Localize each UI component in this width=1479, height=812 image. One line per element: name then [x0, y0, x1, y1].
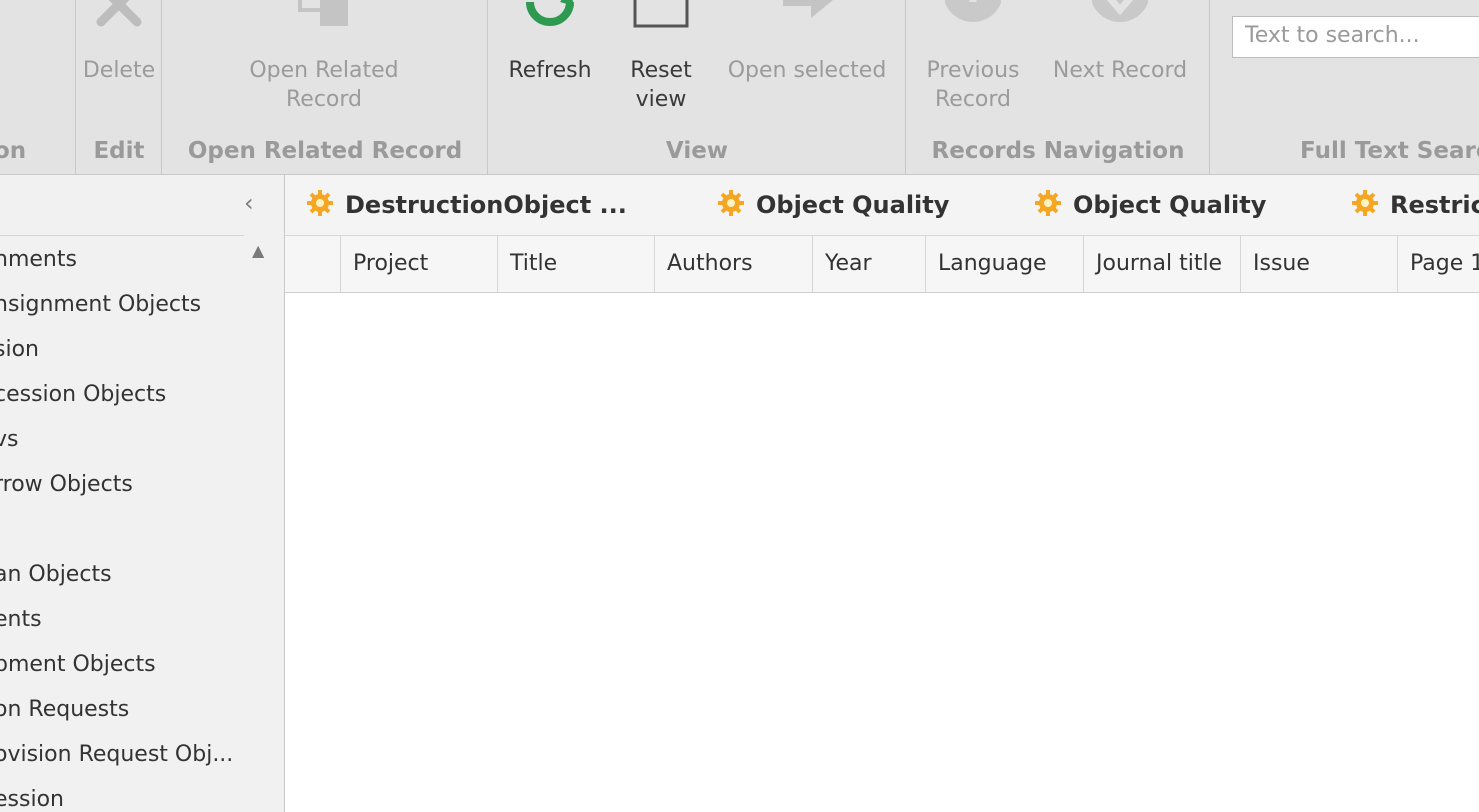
ribbon-group-edit: Delete Edit [76, 0, 162, 174]
delete-button[interactable]: Delete [76, 0, 162, 128]
tab-label: Restric [1390, 191, 1479, 219]
group-caption: on [0, 138, 27, 164]
ribbon: on Delete Edit Open Related Record Open … [0, 0, 1479, 175]
group-caption-edit: Edit [93, 138, 145, 164]
navigation-header: ‹ [0, 175, 284, 235]
gear-icon [718, 190, 744, 216]
column-header-project[interactable]: Project [340, 236, 498, 292]
column-header-title[interactable]: Title [497, 236, 655, 292]
group-caption-open-related-record: Open Related Record [187, 138, 463, 164]
tab-label: Object Quality [756, 191, 950, 219]
nav-item[interactable]: nments [0, 237, 233, 282]
tab-label: Object Quality [1073, 191, 1267, 219]
column-header-page[interactable]: Page 1 [1397, 236, 1479, 292]
column-header-authors[interactable]: Authors [654, 236, 812, 292]
divider [0, 235, 244, 236]
group-caption-records-navigation: Records Navigation [931, 138, 1185, 164]
column-header-year[interactable]: Year [812, 236, 925, 292]
nav-item[interactable]: ents [0, 597, 233, 642]
previous-record-label: Previous Record [926, 58, 1020, 112]
navigation-panel: ‹ ▲ nments nsignment Objects sion cessio… [0, 175, 285, 812]
nav-item[interactable]: ovision Request Obj... [0, 732, 233, 777]
nav-item[interactable]: an Objects [0, 552, 233, 597]
open-related-record-button[interactable]: Open Related Record [222, 0, 426, 128]
tab-object-quality[interactable]: Object Quality [716, 185, 949, 225]
column-header-issue[interactable]: Issue [1240, 236, 1398, 292]
tab-label: DestructionObject ... [345, 191, 627, 219]
delete-x-icon [96, 0, 142, 27]
navigation-list: nments nsignment Objects sion cession Ob… [0, 237, 233, 812]
refresh-label: Refresh [508, 58, 592, 83]
search-input[interactable]: Text to search... [1232, 16, 1479, 58]
open-selected-button[interactable]: Open selected [724, 0, 890, 128]
nav-item[interactable]: cession Objects [0, 372, 233, 417]
refresh-icon [526, 0, 574, 26]
grid-body[interactable] [285, 293, 1479, 812]
gear-icon [307, 190, 333, 216]
group-caption-view: View [665, 138, 729, 164]
open-related-record-label: Open Related Record [249, 58, 399, 112]
refresh-button[interactable]: Refresh [500, 0, 600, 128]
tab-object-quality-2[interactable]: Object Quality [1033, 185, 1266, 225]
next-record-icon [1092, 0, 1148, 22]
reset-view-icon [633, 0, 689, 28]
reset-view-label: Reset view [630, 58, 692, 112]
delete-label: Delete [82, 58, 156, 83]
scroll-up-arrow-icon[interactable]: ▲ [252, 241, 264, 260]
open-related-record-icon [298, 0, 348, 26]
grid-header: Project Title Authors Year Language Jour… [285, 236, 1479, 293]
tab-restrictions[interactable]: Restric [1350, 185, 1479, 225]
ribbon-group-view: Refresh Reset view Open selected View [488, 0, 906, 174]
nav-item[interactable]: vs [0, 417, 233, 462]
reset-view-button[interactable]: Reset view [612, 0, 710, 128]
document-tabs: DestructionObject ... Object Quality Obj… [285, 175, 1479, 236]
column-header-journal-title[interactable]: Journal title [1083, 236, 1241, 292]
nav-item[interactable]: nsignment Objects [0, 282, 233, 327]
nav-item[interactable]: rrow Objects [0, 462, 233, 507]
open-selected-label: Open selected [727, 58, 887, 83]
row-indicator-column[interactable] [285, 236, 341, 292]
nav-item[interactable]: sion [0, 327, 233, 372]
previous-record-button[interactable]: Previous Record [916, 0, 1030, 128]
gear-icon [1352, 190, 1378, 216]
column-header-language[interactable]: Language [925, 236, 1083, 292]
previous-record-icon [945, 0, 1001, 22]
nav-item[interactable] [0, 507, 233, 552]
collapse-chevron-icon[interactable]: ‹ [244, 189, 254, 217]
ribbon-group-records-navigation: Previous Record Next Record Records Navi… [906, 0, 1210, 174]
ribbon-group-open-related-record: Open Related Record Open Related Record [162, 0, 488, 174]
ribbon-group-partial: on [0, 0, 76, 174]
gear-icon [1035, 190, 1061, 216]
nav-item[interactable]: on Requests [0, 687, 233, 732]
next-record-button[interactable]: Next Record [1042, 0, 1198, 128]
tab-destruction-object[interactable]: DestructionObject ... [305, 185, 627, 225]
next-record-label: Next Record [1052, 58, 1188, 83]
group-caption-full-text-search: Full Text Searc [1300, 138, 1479, 164]
nav-item[interactable]: pment Objects [0, 642, 233, 687]
open-selected-arrow-icon [783, 0, 833, 18]
nav-item[interactable]: ession [0, 777, 233, 812]
